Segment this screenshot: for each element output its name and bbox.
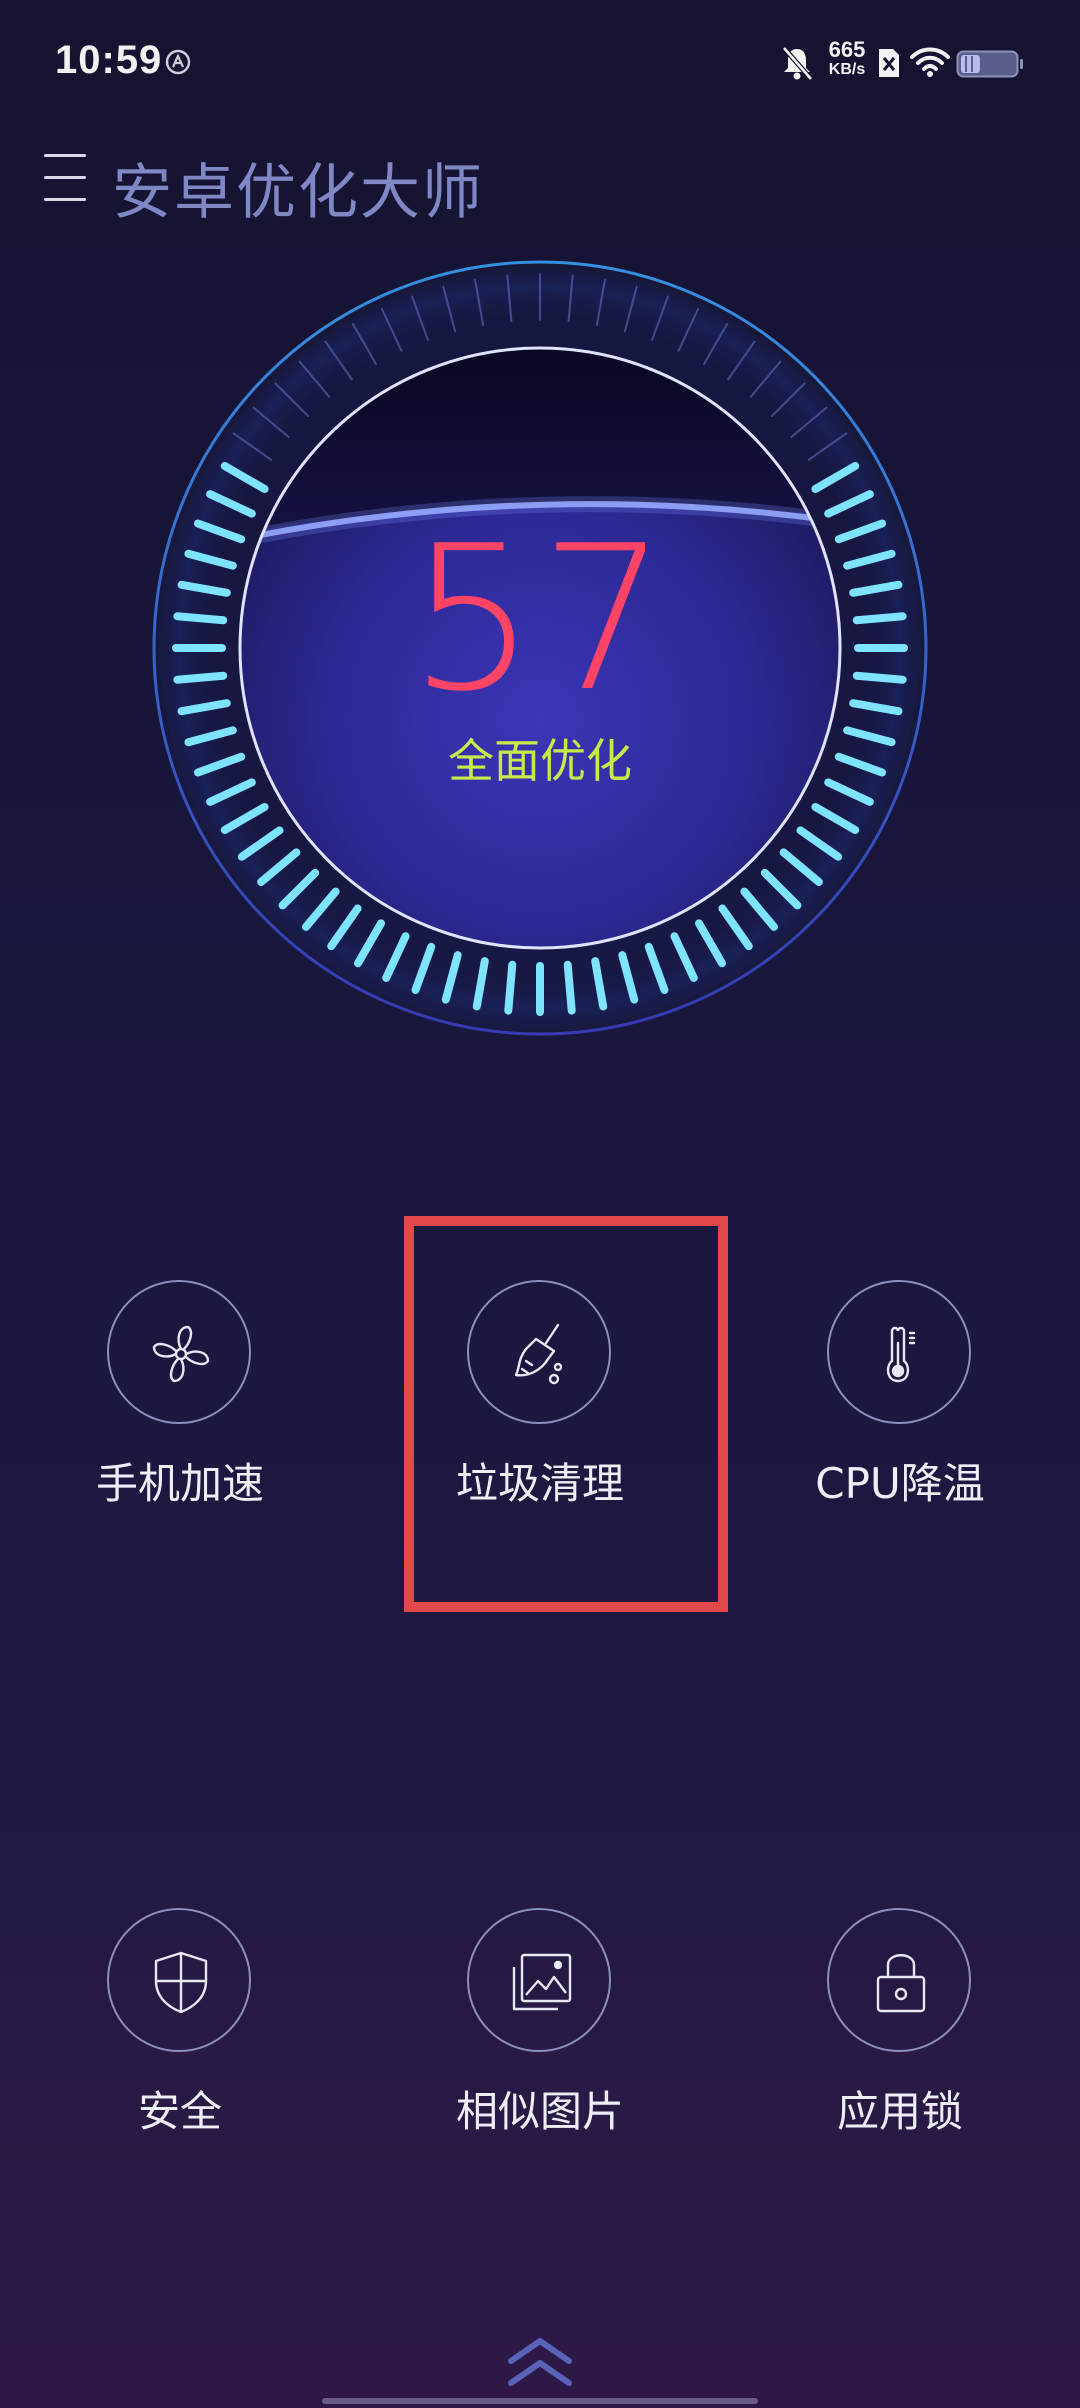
feature-similar-photos[interactable]: 相似图片 xyxy=(390,1908,690,2168)
score-value: 57 xyxy=(408,503,672,736)
feature-junk-clean[interactable]: 垃圾清理 xyxy=(390,1280,690,1540)
feature-cpu-cool[interactable]: CPU降温 xyxy=(750,1280,1050,1540)
home-indicator[interactable] xyxy=(322,2398,758,2404)
status-bar: 10:59 665 KB/s xyxy=(0,0,1080,120)
network-speed-unit: KB/s xyxy=(828,61,866,78)
mute-bell-icon xyxy=(782,46,813,81)
network-speed: 665 KB/s xyxy=(822,37,872,80)
feature-label: 安全 xyxy=(137,2087,222,2136)
feature-label: CPU降温 xyxy=(815,1459,985,1508)
double-chevron-up-icon[interactable] xyxy=(505,2335,575,2391)
menu-button[interactable] xyxy=(40,150,90,206)
app-notification-icon xyxy=(165,49,191,75)
gauge-tick xyxy=(504,960,517,1015)
score-gauge[interactable]: 57 全面优化 xyxy=(150,258,930,1038)
feature-label: 应用锁 xyxy=(836,2087,963,2136)
wifi-icon xyxy=(910,47,950,77)
feature-icon-circle xyxy=(467,1908,611,2052)
feature-label: 相似图片 xyxy=(455,2087,624,2136)
feature-icon-circle xyxy=(467,1280,611,1424)
feature-phone-boost[interactable]: 手机加速 xyxy=(30,1280,330,1540)
feature-icon-circle xyxy=(827,1908,971,2052)
fan-icon xyxy=(152,1325,210,1383)
broom-icon xyxy=(514,1323,563,1385)
lock-icon xyxy=(876,1954,926,2013)
menu-bar xyxy=(44,198,86,201)
app-title: 安卓优化大师 xyxy=(112,158,484,228)
feature-app-lock[interactable]: 应用锁 xyxy=(750,1908,1050,2168)
menu-bar xyxy=(44,154,86,157)
feature-icon-circle xyxy=(827,1280,971,1424)
feature-icon-circle xyxy=(107,1908,251,2052)
status-time: 10:59 xyxy=(55,38,163,82)
sim-off-icon xyxy=(879,49,899,77)
full-optimize-button[interactable]: 全面优化 xyxy=(440,728,640,794)
gauge-tick xyxy=(563,960,576,1015)
feature-security[interactable]: 安全 xyxy=(30,1908,330,2168)
feature-label: 手机加速 xyxy=(95,1459,264,1508)
feature-label: 垃圾清理 xyxy=(455,1459,624,1508)
feature-icon-circle xyxy=(107,1280,251,1424)
thermometer-icon xyxy=(886,1326,916,1383)
network-speed-value: 665 xyxy=(828,37,866,62)
shield-icon xyxy=(154,1951,208,2014)
battery-icon xyxy=(956,50,1023,78)
menu-bar xyxy=(44,176,86,179)
photos-icon xyxy=(512,1953,572,2011)
